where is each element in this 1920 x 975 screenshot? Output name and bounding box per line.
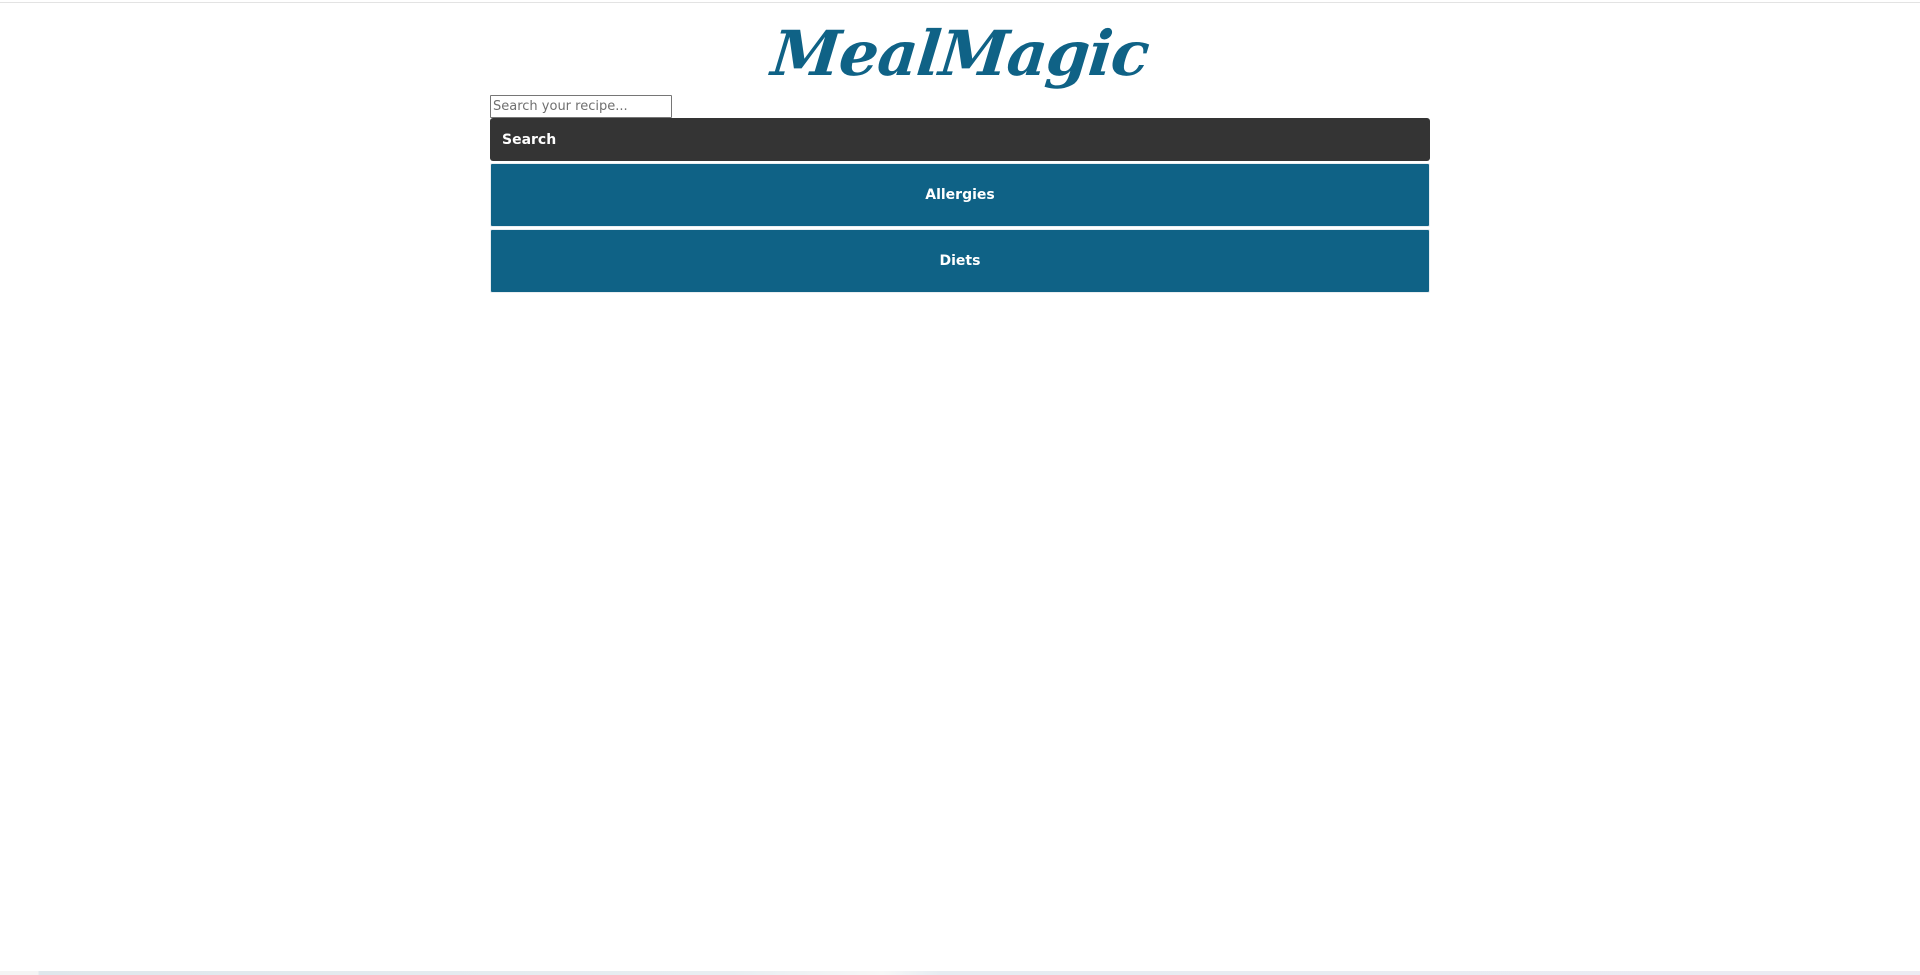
recipe-search-input[interactable]: [490, 95, 672, 118]
site-logo[interactable]: MealMagic: [768, 14, 1153, 94]
diets-button[interactable]: Diets: [490, 229, 1430, 293]
search-panel: Search Allergies Diets: [490, 95, 1430, 293]
site-header: MealMagic: [0, 14, 1920, 94]
allergies-button[interactable]: Allergies: [490, 163, 1430, 227]
browser-bottom-strip: [0, 971, 1920, 975]
search-button[interactable]: Search: [490, 118, 1430, 161]
top-divider: [0, 2, 1920, 3]
